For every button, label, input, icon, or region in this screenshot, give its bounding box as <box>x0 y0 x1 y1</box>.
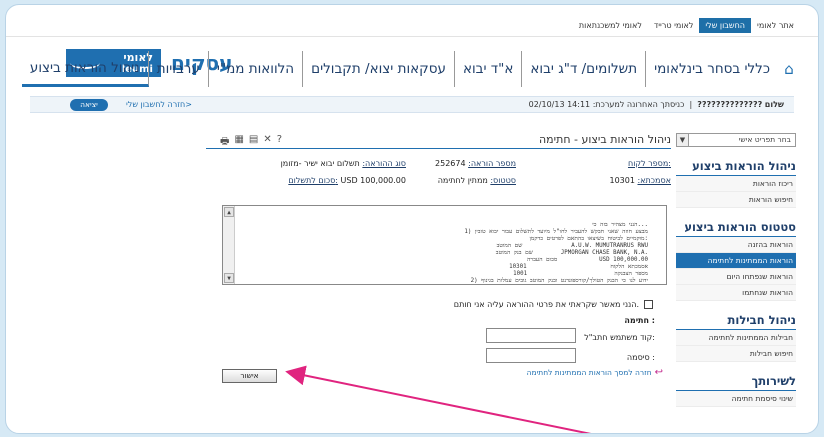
greeting-bar: שלום ?????????????? | כניסתך האחרונה למע… <box>30 96 794 113</box>
status-value: ממתין לחתימה <box>437 176 488 185</box>
password-label: סיסמה : <box>626 353 655 362</box>
nav-general-trade[interactable]: כללי בסחר בינלאומי <box>646 51 778 87</box>
status-label: סטטוס: <box>490 176 516 185</box>
sidebar-section-orders: ניהול הוראות ביצוע <box>676 157 796 176</box>
exit-button[interactable]: יציאה <box>70 99 108 111</box>
nav-payments-import[interactable]: תשלומים/ ד"ג יבוא <box>522 51 647 87</box>
sidebar-item-change-password[interactable]: שינוי סיסמת חתימה <box>676 391 796 407</box>
content-header: ניהול הוראות ביצוע - חתימה 🖶 ▦ ▤ ✕ ? <box>206 133 671 149</box>
print-icon[interactable]: 🖶 <box>220 134 229 151</box>
personal-menu-label: בחר תפריט אישי <box>738 135 791 144</box>
chevron-down-icon[interactable]: ▼ <box>677 134 689 146</box>
sidebar-item-opened-today[interactable]: הוראות שנפתחו היום <box>676 269 796 285</box>
signature-title: חתימה : <box>624 316 655 325</box>
exit-label: יציאה <box>80 100 98 109</box>
top-link-my-account[interactable]: החשבון שלי <box>699 18 752 33</box>
amount: סכום לתשלום: USD 100,000.00 <box>288 176 406 185</box>
confirm-text: הנני מאשר שקראתי את פרטי ההוראה עליה אני… <box>453 300 639 309</box>
sidebar-item-in-entry[interactable]: הוראות בהזנה <box>676 237 796 253</box>
toolbar-icons: 🖶 ▦ ▤ ✕ ? <box>220 134 282 151</box>
nav-execution-orders[interactable]: ניהול הוראות ביצוע <box>21 51 149 87</box>
amount-label: סכום לתשלום: <box>288 176 338 185</box>
last-login: כניסתך האחרונה למערכת: 14:11 02/10/13 <box>528 100 685 109</box>
nav-loans[interactable]: הלוואות ממ"י <box>209 51 304 87</box>
top-divider <box>6 36 818 37</box>
page-title: ניהול הוראות ביצוע - חתימה <box>539 133 671 146</box>
user-code-label: קוד משתמש חתב"ל: <box>584 333 655 342</box>
scroll-up-icon[interactable]: ▲ <box>224 207 234 217</box>
calculator-icon[interactable]: ▦ <box>234 134 243 151</box>
nav-export-deals[interactable]: עסקאות יצוא/ תקבולים <box>303 51 455 87</box>
sidebar-item-orders-summary[interactable]: ריכוז הוראות <box>676 176 796 192</box>
back-to-list-link[interactable]: ↩ חזרה למסך הוראות הממתינות לחתימה <box>527 367 663 378</box>
client-number: מספר לקוח: <box>628 159 671 168</box>
sidebar-item-orders-search[interactable]: חיפוש הוראות <box>676 192 796 208</box>
sidebar-item-packages-awaiting[interactable]: חבילות הממתינות לחתימה <box>676 330 796 346</box>
top-link-leumi-trade[interactable]: לאומי טרייד <box>648 18 700 33</box>
sidebar-section-service: לשירותך <box>676 372 796 391</box>
page-frame: אתר לאומי החשבון שלי לאומי טרייד לאומי ל… <box>5 4 819 434</box>
declaration-text: הנני מצהיר בזה כי... 1) מבצע חוזה שאני ח… <box>464 222 648 284</box>
back-to-account-link[interactable]: חזרה לחשבון שלי> <box>126 100 192 109</box>
client-number-label: מספר לקוח: <box>627 159 671 168</box>
reference: אסמכתא: 10301 <box>609 176 671 185</box>
amount-value: USD 100,000.00 <box>340 176 406 185</box>
return-arrow-icon: ↩ <box>654 367 663 378</box>
order-type: סוג ההוראה: תשלום יבוא ישיר -מזומן <box>281 159 406 168</box>
close-icon[interactable]: ✕ <box>263 134 271 151</box>
order-type-label: סוג ההוראה: <box>362 159 406 168</box>
greeting-name: ?????????????? <box>697 100 763 109</box>
order-number-label: מספר הוראה: <box>468 159 516 168</box>
scrollbar[interactable]: ▲ ▼ <box>223 206 235 284</box>
top-links: אתר לאומי החשבון שלי לאומי טרייד לאומי ל… <box>573 18 800 33</box>
order-number-value: 252674 <box>435 159 466 168</box>
sidebar-item-signed[interactable]: הוראות שנחתמו <box>676 285 796 301</box>
save-icon[interactable]: ▤ <box>249 134 258 151</box>
declaration-textarea[interactable]: ▲ ▼ הנני מצהיר בזה כי... 1) מבצע חוזה שא… <box>222 205 667 285</box>
user-code-input[interactable] <box>486 328 576 343</box>
back-to-list-label: חזרה למסך הוראות הממתינות לחתימה <box>526 368 652 377</box>
greeting-label: שלום <box>764 100 784 109</box>
personal-menu-select[interactable]: ▼ בחר תפריט אישי <box>676 133 796 147</box>
help-icon[interactable]: ? <box>277 134 282 151</box>
sidebar-section-status: סטטוס הוראות ביצוע <box>676 218 796 237</box>
nav-import-lc[interactable]: א"ד יבוא <box>455 51 523 87</box>
nav-guarantees[interactable]: ערבויות <box>149 51 209 87</box>
main-nav: ⌂ כללי בסחר בינלאומי תשלומים/ ד"ג יבוא א… <box>21 51 800 87</box>
sidebar-item-packages-search[interactable]: חיפוש חבילות <box>676 346 796 362</box>
reference-value: 10301 <box>609 176 635 185</box>
top-link-leumi-site[interactable]: אתר לאומי <box>751 18 800 33</box>
scroll-down-icon[interactable]: ▼ <box>224 273 234 283</box>
sidebar-item-awaiting-signature[interactable]: הוראות הממתינות לחתימה <box>676 253 796 269</box>
order-number: מספר הוראה: 252674 <box>435 159 516 168</box>
greeting: שלום ?????????????? | כניסתך האחרונה למע… <box>528 100 784 109</box>
order-type-value: תשלום יבוא ישיר -מזומן <box>280 159 360 168</box>
home-icon[interactable]: ⌂ <box>778 51 800 87</box>
sidebar-section-packages: ניהול חבילות <box>676 311 796 330</box>
top-link-mortgages[interactable]: לאומי למשכנתאות <box>573 18 648 33</box>
ok-button-label: אישור <box>240 371 259 380</box>
password-input[interactable] <box>486 348 576 363</box>
sidebar: ▼ בחר תפריט אישי ניהול הוראות ביצוע ריכו… <box>676 133 796 407</box>
confirm-checkbox[interactable] <box>644 300 653 309</box>
status: סטטוס: ממתין לחתימה <box>438 176 516 185</box>
confirm-checkbox-row: הנני מאשר שקראתי את פרטי ההוראה עליה אני… <box>454 300 653 309</box>
reference-label: אסמכתא: <box>637 176 671 185</box>
ok-button[interactable]: אישור <box>222 369 277 383</box>
